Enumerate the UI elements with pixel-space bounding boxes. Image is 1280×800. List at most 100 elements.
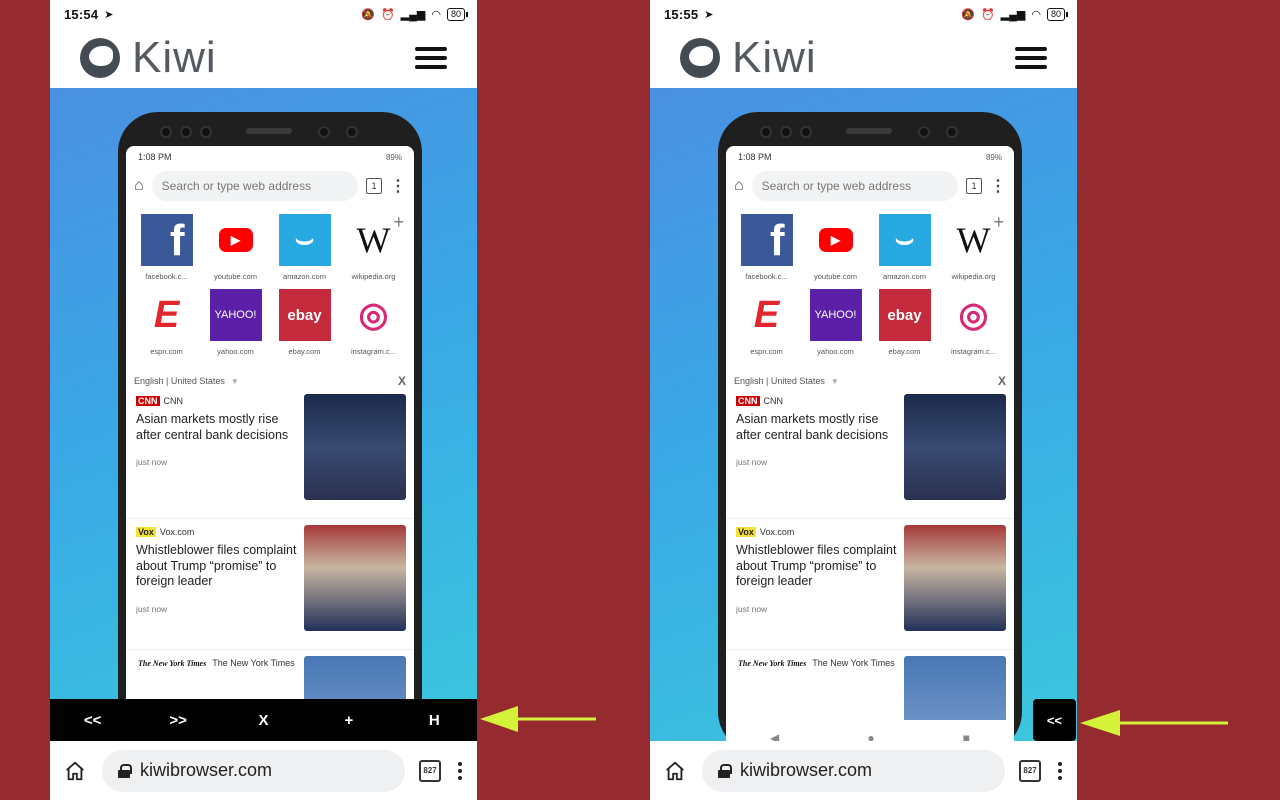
news-source-row: Vox Vox.com — [136, 527, 298, 537]
lock-icon — [718, 763, 732, 778]
kiwi-bird-icon[interactable] — [80, 38, 120, 78]
news-thumbnail — [304, 525, 406, 631]
youtube-icon: ▶ — [209, 214, 262, 266]
home-icon — [666, 761, 684, 780]
news-source-logo: CNN — [136, 396, 160, 406]
camera-icon — [918, 126, 930, 138]
alarm-icon: ⏰ — [380, 8, 395, 21]
mockup-battery: 89% — [385, 152, 402, 162]
speed-dial-label: youtube.com — [214, 272, 257, 281]
speed-dial-grid: f facebook.c... ▶ youtube.com ⌣ amazon.com Wwi… — [726, 204, 1014, 356]
signal-icon: ▂▄▆ — [1000, 8, 1026, 21]
hero-banner: 1:08 PM 89% ⌂ Search or type web address… — [650, 88, 1077, 756]
menu-button[interactable] — [455, 761, 465, 780]
close-button[interactable]: X — [238, 712, 288, 729]
speed-dial-tile: Eespn.com — [132, 289, 201, 356]
phone-mockup: 1:08 PM 89% ⌂ Search or type web address… — [718, 112, 1022, 756]
news-source-logo: CNN — [736, 396, 760, 406]
speed-dial-label: yahoo.com — [217, 347, 254, 356]
speed-dial-label: espn.com — [750, 347, 783, 356]
news-card: Vox Vox.com Whistleblower files complaint … — [126, 519, 414, 650]
news-source-logo: Vox — [136, 527, 156, 537]
news-headline: Whistleblower files complaint about Trum… — [136, 543, 297, 588]
language-label: English | United States — [734, 376, 825, 386]
news-thumbnail — [904, 525, 1006, 631]
pointer-arrow-icon — [480, 706, 596, 732]
news-source: Vox.com — [759, 527, 795, 537]
home-button[interactable] — [662, 758, 688, 784]
news-source-row: Vox Vox.com — [736, 527, 898, 537]
home-button[interactable] — [62, 758, 88, 784]
signal-icon: ▂▄▆ — [400, 8, 426, 21]
sensor-icon — [800, 126, 812, 138]
address-bar[interactable]: kiwibrowser.com — [702, 749, 1005, 792]
expand-toolbar-button[interactable]: << — [1033, 699, 1076, 741]
yahoo-icon: YAHOO! — [809, 289, 862, 341]
hamburger-menu-icon[interactable] — [415, 47, 447, 69]
add-shortcut-icon: + — [393, 212, 404, 232]
kiwi-extension-toolbar: << >> X + H — [50, 699, 477, 741]
mute-icon: 🔕 — [361, 8, 375, 21]
hide-button[interactable]: H — [409, 712, 459, 729]
add-button[interactable]: + — [324, 712, 374, 729]
navigation-icon: ➤ — [104, 8, 114, 21]
alarm-icon: ⏰ — [980, 8, 995, 21]
news-time: just now — [736, 603, 768, 614]
home-icon — [66, 761, 84, 780]
speed-dial-tile: ◎ instagram.c... — [339, 289, 408, 356]
mockup-time: 1:08 PM — [738, 152, 772, 162]
status-icons: 🔕 ⏰ ▂▄▆ ◠ 80 — [961, 7, 1069, 21]
hero-banner: 1:08 PM 89% ⌂ Search or type web address… — [50, 88, 477, 756]
news-source-logo: The New York Times — [136, 658, 209, 668]
hamburger-menu-icon[interactable] — [1015, 47, 1047, 69]
status-time: 15:55 — [664, 6, 699, 22]
language-row: English | United States ▼ X — [726, 374, 1014, 388]
home-icon: ⌂ — [734, 177, 744, 194]
sensor-icon — [200, 126, 212, 138]
speed-dial-label: instagram.c... — [350, 347, 396, 356]
news-text: CNN CNN Asian markets mostly rise after ce… — [736, 394, 904, 506]
address-bar[interactable]: kiwibrowser.com — [102, 749, 405, 792]
news-source: CNN — [763, 396, 784, 406]
yahoo-icon: YAHOO! — [209, 289, 262, 341]
speed-dial-tile: ◎ instagram.c... — [939, 289, 1008, 356]
sensor-icon — [346, 126, 358, 138]
close-news-icon: X — [397, 374, 406, 388]
tab-switcher-button[interactable]: 827 — [1019, 759, 1041, 782]
site-logo-text[interactable]: Kiwi — [732, 33, 817, 83]
speed-dial-tile: ⌣ amazon.com — [270, 214, 339, 281]
mockup-battery: 89% — [985, 152, 1002, 162]
news-source-row: CNN CNN — [136, 396, 298, 406]
espn-icon: E — [740, 289, 793, 341]
news-card: CNN CNN Asian markets mostly rise after ce… — [726, 388, 1014, 519]
speed-dial-label: ebay.com — [888, 347, 921, 356]
more-vert-icon: ⋮ — [390, 178, 406, 195]
news-text: CNN CNN Asian markets mostly rise after ce… — [136, 394, 304, 506]
kiwi-bird-icon[interactable] — [680, 38, 720, 78]
menu-button[interactable] — [1055, 761, 1065, 780]
speed-dial-tile: ▶ youtube.com — [801, 214, 870, 281]
tab-switcher-button[interactable]: 827 — [419, 759, 441, 782]
speed-dial-label: instagram.c... — [950, 347, 996, 356]
speed-dial-tile: ebay ebay.com — [870, 289, 939, 356]
status-time: 15:54 — [64, 6, 99, 22]
speed-dial-label: amazon.com — [883, 272, 926, 281]
site-logo-text[interactable]: Kiwi — [132, 33, 217, 83]
forward-button[interactable]: >> — [153, 712, 203, 729]
news-thumbnail — [904, 394, 1006, 500]
phone-mockup: 1:08 PM 89% ⌂ Search or type web address… — [118, 112, 422, 756]
status-bar: 15:55 ➤ 🔕 ⏰ ▂▄▆ ◠ 80 — [650, 0, 1077, 28]
url-text[interactable]: kiwibrowser.com — [140, 760, 272, 781]
browser-bottom-bar: kiwibrowser.com 827 — [650, 741, 1077, 800]
speed-dial-label: amazon.com — [283, 272, 326, 281]
lock-icon — [118, 763, 132, 778]
status-icons: 🔕 ⏰ ▂▄▆ ◠ 80 — [361, 7, 469, 21]
speed-dial-tile: f facebook.c... — [732, 214, 801, 281]
speed-dial-tile: YAHOO! yahoo.com — [801, 289, 870, 356]
url-text[interactable]: kiwibrowser.com — [740, 760, 872, 781]
pointer-arrow-icon — [1080, 710, 1228, 736]
news-source-logo: Vox — [736, 527, 756, 537]
facebook-icon: f — [140, 214, 193, 266]
speed-dial-grid: f facebook.c... ▶ youtube.com ⌣ amazon.com Wwi… — [126, 204, 414, 356]
back-button[interactable]: << — [68, 712, 118, 729]
